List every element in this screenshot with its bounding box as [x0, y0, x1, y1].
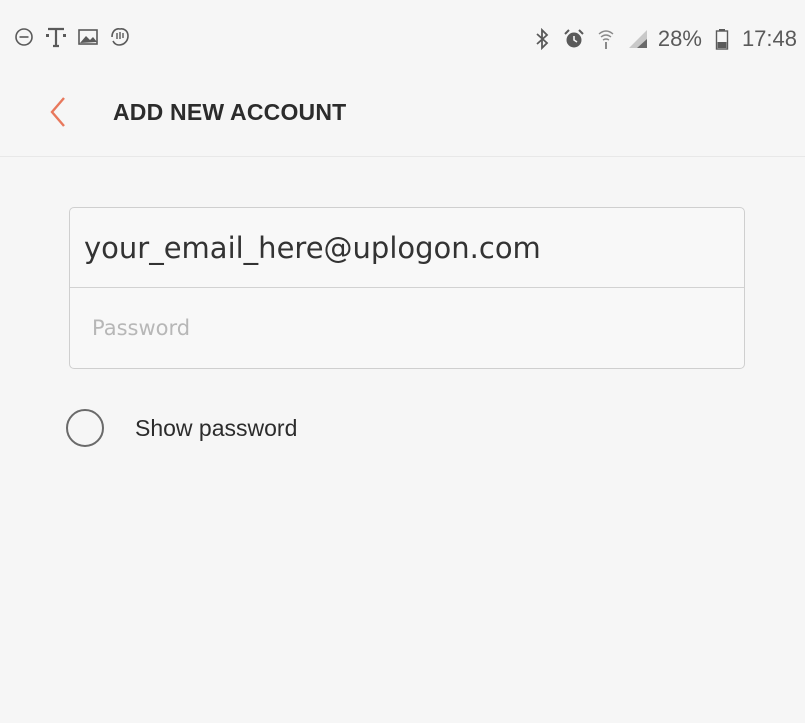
- show-password-radio[interactable]: [66, 409, 104, 447]
- alarm-icon: [562, 26, 586, 52]
- password-field[interactable]: [70, 288, 744, 368]
- bluetooth-icon: [530, 26, 554, 52]
- app-bar: ADD NEW ACCOUNT: [0, 70, 805, 157]
- t-mobile-icon: [44, 24, 68, 50]
- email-field[interactable]: [70, 208, 744, 288]
- login-form-card: [69, 207, 745, 369]
- page-title: ADD NEW ACCOUNT: [113, 99, 347, 125]
- hand-icon: [108, 24, 132, 50]
- wifi-calling-icon: [594, 26, 618, 52]
- screen: 28% 17:48 ADD NEW ACCOUNT Show password: [0, 0, 805, 723]
- show-password-toggle[interactable]: Show password: [66, 406, 297, 450]
- status-left-icons: [12, 24, 132, 50]
- show-password-label: Show password: [135, 414, 298, 441]
- battery-percent: 28%: [657, 26, 702, 51]
- back-button[interactable]: [36, 90, 80, 134]
- status-time: 17:48: [741, 26, 797, 51]
- signal-icon: [626, 26, 650, 52]
- chevron-left-icon: [50, 97, 65, 127]
- battery-icon: [710, 26, 734, 52]
- image-icon: [76, 24, 100, 50]
- status-right-icons: 28% 17:48: [530, 26, 797, 52]
- minus-circle-icon: [12, 24, 36, 50]
